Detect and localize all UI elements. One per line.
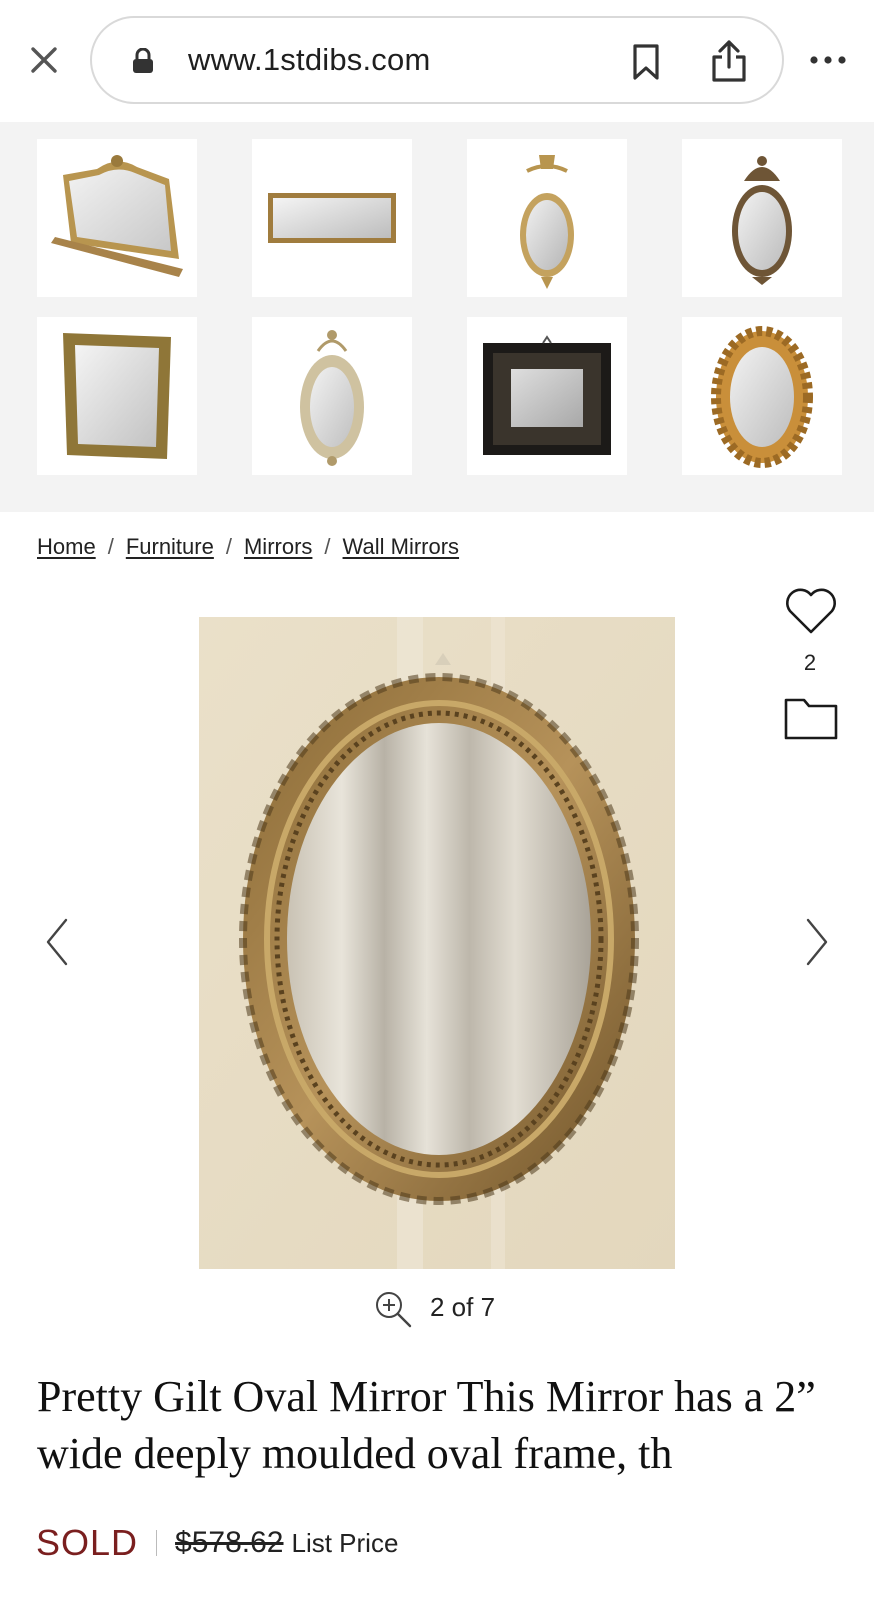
more-icon[interactable]: [808, 46, 848, 74]
mirror-thumbnail-icon: [268, 193, 396, 243]
folder-icon[interactable]: [784, 696, 838, 740]
mirror-thumbnail-icon: [51, 155, 183, 277]
breadcrumb-separator: /: [324, 534, 331, 559]
mirror-thumbnail-icon: [732, 156, 792, 285]
mirror-thumbnail-icon: [300, 330, 364, 466]
thumb-overmantel-mirror[interactable]: [37, 139, 197, 297]
mirror-thumbnail-icon: [711, 326, 813, 468]
breadcrumb-separator: /: [107, 534, 114, 559]
mirror-thumbnail-icon: [483, 335, 611, 455]
related-items-grid: [0, 122, 874, 512]
breadcrumb-wall-mirrors[interactable]: Wall Mirrors: [343, 534, 460, 559]
close-icon[interactable]: [26, 42, 62, 78]
lock-icon: [132, 47, 154, 74]
browser-toolbar: www.1stdibs.com: [0, 0, 874, 122]
thumb-rectangular-mirror[interactable]: [252, 139, 412, 297]
address-bar[interactable]: www.1stdibs.com: [90, 16, 784, 104]
breadcrumb-mirrors[interactable]: Mirrors: [244, 534, 312, 559]
product-image[interactable]: [199, 617, 675, 1269]
list-price-label: List Price: [291, 1527, 399, 1558]
share-icon[interactable]: [708, 38, 750, 84]
breadcrumb: Home / Furniture / Mirrors / Wall Mirrors: [37, 534, 459, 560]
sold-badge: SOLD: [36, 1522, 139, 1563]
thumb-urn-oval-mirror[interactable]: [467, 139, 627, 297]
mirror-thumbnail-icon: [63, 333, 171, 459]
heart-icon[interactable]: [784, 586, 838, 636]
url-text[interactable]: www.1stdibs.com: [188, 42, 430, 78]
product-title: Pretty Gilt Oval Mirror This Mirror has …: [37, 1372, 816, 1478]
thumb-carved-oval-mirror[interactable]: [682, 139, 842, 297]
zoom-in-icon[interactable]: [373, 1289, 413, 1329]
thumb-sectional-oval-mirror[interactable]: [252, 317, 412, 475]
thumb-black-frame-mirror[interactable]: [467, 317, 627, 475]
favorite-count: 2: [803, 650, 817, 675]
chevron-right-icon[interactable]: [802, 916, 832, 968]
image-counter: 2 of 7: [430, 1292, 496, 1322]
list-price: $578.62: [175, 1526, 284, 1559]
breadcrumb-home[interactable]: Home: [37, 534, 96, 559]
thumb-ball-frame-mirror[interactable]: [682, 317, 842, 475]
breadcrumb-separator: /: [225, 534, 232, 559]
mirror-thumbnail-icon: [520, 155, 574, 289]
breadcrumb-furniture[interactable]: Furniture: [126, 534, 214, 559]
thumb-gilt-rectangle-mirror[interactable]: [37, 317, 197, 475]
price-divider: [156, 1530, 158, 1556]
bookmark-icon[interactable]: [626, 42, 666, 82]
chevron-left-icon[interactable]: [42, 916, 72, 968]
price-row: SOLD $578.62 List Price: [36, 1522, 398, 1566]
